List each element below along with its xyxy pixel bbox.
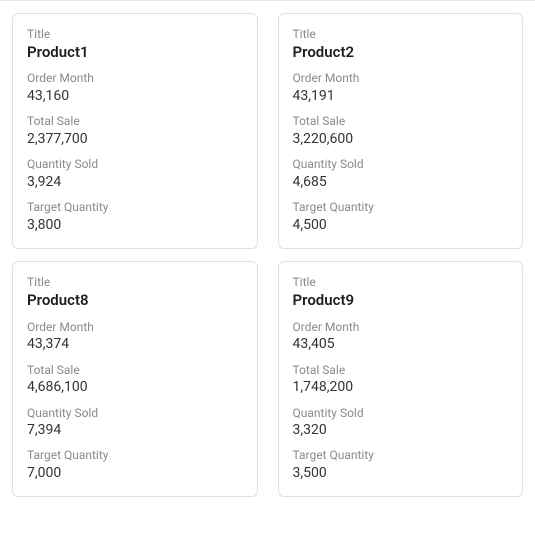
field-value-quantity-sold: 3,320 xyxy=(293,421,509,439)
field-label-order-month: Order Month xyxy=(293,319,509,336)
field-value-order-month: 43,191 xyxy=(293,87,509,105)
card-field-order-month: Order Month 43,374 xyxy=(27,319,243,354)
field-label-total-sale: Total Sale xyxy=(293,113,509,130)
field-value-total-sale: 2,377,700 xyxy=(27,130,243,148)
field-label-title: Title xyxy=(293,26,509,43)
card-field-total-sale: Total Sale 2,377,700 xyxy=(27,113,243,148)
field-label-total-sale: Total Sale xyxy=(27,113,243,130)
product-card: Title Product2 Order Month 43,191 Total … xyxy=(278,13,524,249)
field-value-order-month: 43,160 xyxy=(27,87,243,105)
field-label-quantity-sold: Quantity Sold xyxy=(293,405,509,422)
field-label-quantity-sold: Quantity Sold xyxy=(27,156,243,173)
card-field-quantity-sold: Quantity Sold 7,394 xyxy=(27,405,243,440)
field-value-quantity-sold: 4,685 xyxy=(293,173,509,191)
card-field-order-month: Order Month 43,191 xyxy=(293,70,509,105)
card-field-total-sale: Total Sale 1,748,200 xyxy=(293,362,509,397)
field-value-target-quantity: 3,500 xyxy=(293,464,509,482)
card-field-target-quantity: Target Quantity 3,500 xyxy=(293,447,509,482)
field-value-target-quantity: 7,000 xyxy=(27,464,243,482)
field-label-order-month: Order Month xyxy=(27,319,243,336)
card-field-target-quantity: Target Quantity 7,000 xyxy=(27,447,243,482)
card-field-quantity-sold: Quantity Sold 3,924 xyxy=(27,156,243,191)
field-label-title: Title xyxy=(27,26,243,43)
product-card: Title Product8 Order Month 43,374 Total … xyxy=(12,261,258,497)
field-value-title: Product9 xyxy=(293,291,509,311)
card-field-title: Title Product2 xyxy=(293,26,509,62)
field-value-target-quantity: 3,800 xyxy=(27,216,243,234)
field-value-total-sale: 3,220,600 xyxy=(293,130,509,148)
field-label-target-quantity: Target Quantity xyxy=(293,447,509,464)
card-field-order-month: Order Month 43,405 xyxy=(293,319,509,354)
cards-grid: Title Product1 Order Month 43,160 Total … xyxy=(0,1,535,509)
card-field-quantity-sold: Quantity Sold 4,685 xyxy=(293,156,509,191)
card-field-quantity-sold: Quantity Sold 3,320 xyxy=(293,405,509,440)
field-label-order-month: Order Month xyxy=(27,70,243,87)
card-field-order-month: Order Month 43,160 xyxy=(27,70,243,105)
field-value-title: Product1 xyxy=(27,43,243,63)
field-label-order-month: Order Month xyxy=(293,70,509,87)
field-value-title: Product2 xyxy=(293,43,509,63)
field-value-quantity-sold: 7,394 xyxy=(27,421,243,439)
field-value-order-month: 43,405 xyxy=(293,335,509,353)
field-label-target-quantity: Target Quantity xyxy=(27,447,243,464)
card-field-title: Title Product9 xyxy=(293,274,509,310)
field-label-total-sale: Total Sale xyxy=(27,362,243,379)
card-field-total-sale: Total Sale 4,686,100 xyxy=(27,362,243,397)
card-field-target-quantity: Target Quantity 4,500 xyxy=(293,199,509,234)
field-label-quantity-sold: Quantity Sold xyxy=(293,156,509,173)
field-value-total-sale: 4,686,100 xyxy=(27,378,243,396)
field-value-title: Product8 xyxy=(27,291,243,311)
field-value-quantity-sold: 3,924 xyxy=(27,173,243,191)
field-value-order-month: 43,374 xyxy=(27,335,243,353)
field-label-total-sale: Total Sale xyxy=(293,362,509,379)
card-field-total-sale: Total Sale 3,220,600 xyxy=(293,113,509,148)
product-card: Title Product9 Order Month 43,405 Total … xyxy=(278,261,524,497)
field-label-title: Title xyxy=(27,274,243,291)
product-card: Title Product1 Order Month 43,160 Total … xyxy=(12,13,258,249)
field-label-quantity-sold: Quantity Sold xyxy=(27,405,243,422)
field-label-title: Title xyxy=(293,274,509,291)
field-value-total-sale: 1,748,200 xyxy=(293,378,509,396)
field-value-target-quantity: 4,500 xyxy=(293,216,509,234)
card-field-target-quantity: Target Quantity 3,800 xyxy=(27,199,243,234)
field-label-target-quantity: Target Quantity xyxy=(27,199,243,216)
field-label-target-quantity: Target Quantity xyxy=(293,199,509,216)
card-field-title: Title Product1 xyxy=(27,26,243,62)
card-field-title: Title Product8 xyxy=(27,274,243,310)
